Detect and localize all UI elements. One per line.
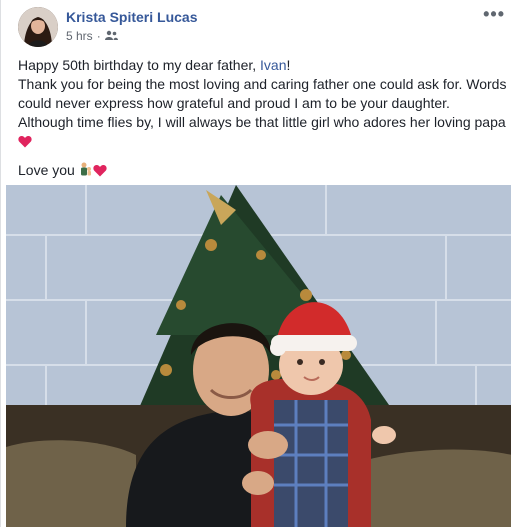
man-and-baby-emoji <box>79 162 93 182</box>
author-name[interactable]: Krista Spiteri Lucas <box>66 9 198 25</box>
post-message: Happy 50th birthday to my dear father, I… <box>18 56 508 182</box>
message-line-3: Love you <box>18 161 508 182</box>
friends-icon[interactable] <box>104 29 118 43</box>
facebook-post: Krista Spiteri Lucas 5 hrs · ••• Happy 5… <box>0 0 511 527</box>
post-meta: 5 hrs · <box>66 29 118 43</box>
tagged-person-link[interactable]: Ivan <box>260 57 286 73</box>
author-avatar[interactable] <box>18 7 58 47</box>
heart-emoji <box>18 134 32 153</box>
more-options-icon[interactable]: ••• <box>483 5 505 23</box>
message-line-1: Happy 50th birthday to my dear father, I… <box>18 57 291 73</box>
post-timestamp[interactable]: 5 hrs <box>66 29 93 43</box>
message-line-2: Thank you for being the most loving and … <box>18 75 508 153</box>
post-photo[interactable] <box>6 185 511 527</box>
post-header: Krista Spiteri Lucas 5 hrs · ••• <box>18 5 511 49</box>
heart-emoji <box>93 163 107 182</box>
